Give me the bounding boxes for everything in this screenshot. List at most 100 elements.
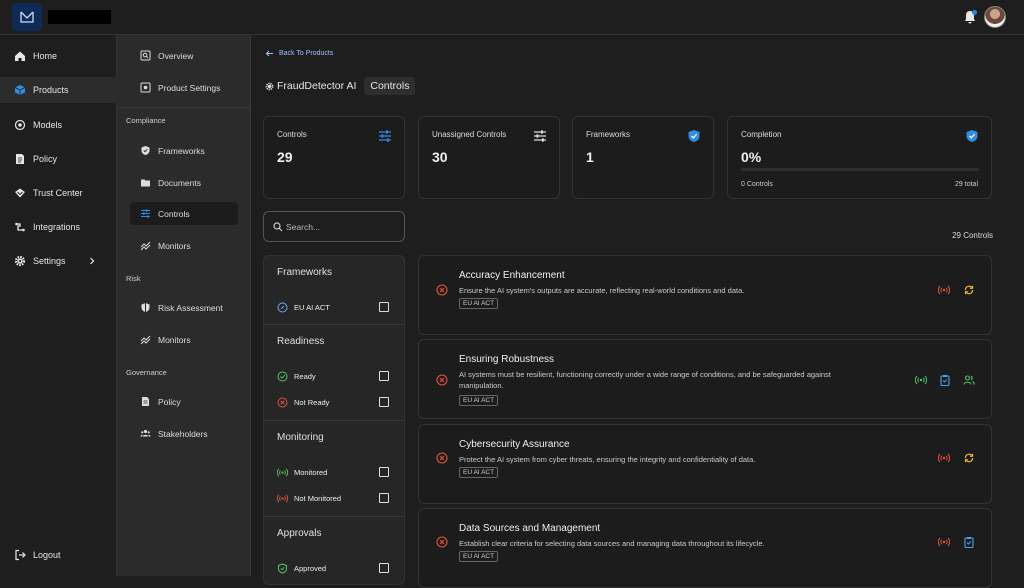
sync-icon[interactable] (963, 452, 975, 464)
subnav-item-policy[interactable]: Policy (130, 390, 238, 413)
mail-logo-icon (20, 11, 34, 23)
sidebar-item-products[interactable]: Products (0, 77, 117, 103)
shield-check-icon (141, 146, 150, 155)
subnav-item-documents[interactable]: Documents (130, 171, 238, 194)
subnav-label: Monitors (158, 334, 191, 345)
logout-button[interactable]: Logout (0, 542, 117, 568)
main-content: Back To Products FraudDetector AI Contro… (251, 35, 1024, 588)
control-card[interactable]: Ensuring Robustness AI systems must be r… (418, 339, 992, 419)
filter-checkbox[interactable] (379, 371, 389, 381)
filter-option-not-monitored[interactable]: Not Monitored (277, 491, 389, 505)
stat-card-unassigned-controls: Unassigned Controls 30 (418, 116, 560, 199)
stat-title: Completion (741, 130, 782, 139)
clipboard-icon[interactable] (963, 536, 975, 548)
subnav-label: Product Settings (158, 82, 221, 93)
sidebar-item-label: Products (33, 85, 69, 95)
control-description: Protect the AI system from cyber threats… (459, 455, 756, 464)
sidebar-item-policy[interactable]: Policy (0, 146, 117, 172)
people-icon (140, 429, 151, 437)
filter-checkbox[interactable] (379, 467, 389, 477)
not-monitored-icon[interactable] (938, 284, 950, 296)
subnav-item-monitors[interactable]: Monitors (130, 234, 238, 257)
filter-option-eu-ai-act[interactable]: EU AI ACT (277, 300, 389, 314)
sidebar-item-label: Trust Center (33, 188, 83, 198)
stat-value: 1 (586, 149, 594, 165)
x-circle-icon (436, 284, 448, 296)
models-icon (14, 119, 26, 131)
monitored-icon[interactable] (915, 374, 927, 386)
subnav-heading-compliance: Compliance (126, 116, 166, 125)
stat-title: Unassigned Controls (432, 130, 507, 139)
filter-panel: Frameworks EU AI ACT Readiness Ready Not… (263, 255, 405, 585)
tab-controls[interactable]: Controls (364, 77, 416, 95)
control-description: Ensure the AI system's outputs are accur… (459, 286, 745, 295)
sidebar-item-trust-center[interactable]: Trust Center (0, 180, 117, 206)
check-circle-icon (277, 371, 288, 381)
filter-checkbox[interactable] (379, 302, 389, 312)
filter-option-label: Not Ready (294, 397, 330, 407)
subnav-item-overview[interactable]: Overview (130, 44, 238, 67)
risk-shield-icon (141, 303, 150, 312)
sidebar-item-label: Integrations (33, 222, 81, 232)
stat-card-frameworks: Frameworks 1 (572, 116, 714, 199)
subnav-item-stakeholders[interactable]: Stakeholders (130, 422, 238, 445)
not-monitored-icon[interactable] (938, 536, 950, 548)
avatar[interactable] (984, 6, 1006, 28)
app-logo[interactable] (12, 3, 42, 31)
not-monitored-icon[interactable] (938, 452, 950, 464)
policy-icon (16, 154, 24, 164)
product-name[interactable]: FraudDetector AI (277, 80, 356, 92)
filter-option-monitored[interactable]: Monitored (277, 465, 389, 479)
sidebar-item-settings[interactable]: Settings (0, 248, 117, 274)
filter-option-not-ready[interactable]: Not Ready (277, 395, 389, 409)
control-name: Cybersecurity Assurance (459, 439, 570, 450)
clipboard-icon[interactable] (939, 374, 951, 386)
control-card[interactable]: Accuracy Enhancement Ensure the AI syste… (418, 255, 992, 335)
subnav-heading-risk: Risk (126, 274, 141, 283)
control-card[interactable]: Data Sources and Management Establish cl… (418, 508, 992, 588)
control-card[interactable]: Cybersecurity Assurance Protect the AI s… (418, 424, 992, 504)
products-icon (14, 85, 26, 95)
monitor-trend-icon (140, 335, 151, 345)
completion-progress-bar (741, 168, 979, 171)
stat-value: 0% (741, 149, 762, 165)
search-input[interactable] (286, 221, 396, 232)
filter-checkbox[interactable] (379, 493, 389, 503)
filter-option-ready[interactable]: Ready (277, 369, 389, 383)
sidebar-item-home[interactable]: Home (0, 43, 117, 69)
filter-option-approved[interactable]: Approved (277, 561, 389, 575)
sync-icon[interactable] (963, 284, 975, 296)
subnav-heading-governance: Governance (126, 368, 167, 377)
subnav-divider (117, 107, 251, 108)
control-description: AI systems must be resilient, functionin… (459, 370, 831, 390)
subnav-item-risk-monitors[interactable]: Monitors (130, 328, 238, 351)
sliders-icon (141, 209, 150, 218)
completion-total-count: 29 total (955, 181, 978, 188)
sidebar-item-models[interactable]: Models (0, 112, 117, 138)
policy-icon (142, 397, 149, 406)
logout-label: Logout (33, 550, 61, 560)
subnav-label: Documents (158, 177, 201, 188)
subnav-label: Monitors (158, 240, 191, 251)
back-to-products-link[interactable]: Back To Products (265, 49, 333, 58)
home-icon (15, 51, 25, 61)
subnav-item-frameworks[interactable]: Frameworks (130, 139, 238, 162)
top-bar (0, 0, 1024, 35)
gear-icon (265, 82, 274, 90)
subnav-item-product-settings[interactable]: Product Settings (130, 76, 238, 99)
x-circle-icon (277, 397, 288, 407)
sidebar-item-integrations[interactable]: Integrations (0, 214, 117, 240)
overview-icon (140, 50, 151, 61)
subnav-label: Controls (158, 208, 190, 219)
subnav-item-controls[interactable]: Controls (130, 202, 238, 225)
filter-checkbox[interactable] (379, 563, 389, 573)
shield-check-icon (278, 562, 287, 574)
filter-heading-approvals: Approvals (277, 528, 322, 539)
framework-tag: EU AI ACT (459, 395, 499, 406)
x-circle-icon (436, 536, 448, 548)
subnav-item-risk-assessment[interactable]: Risk Assessment (130, 296, 238, 319)
search-box[interactable] (263, 211, 405, 242)
filter-checkbox[interactable] (379, 397, 389, 407)
notification-dot (972, 10, 977, 15)
users-icon[interactable] (963, 374, 975, 386)
